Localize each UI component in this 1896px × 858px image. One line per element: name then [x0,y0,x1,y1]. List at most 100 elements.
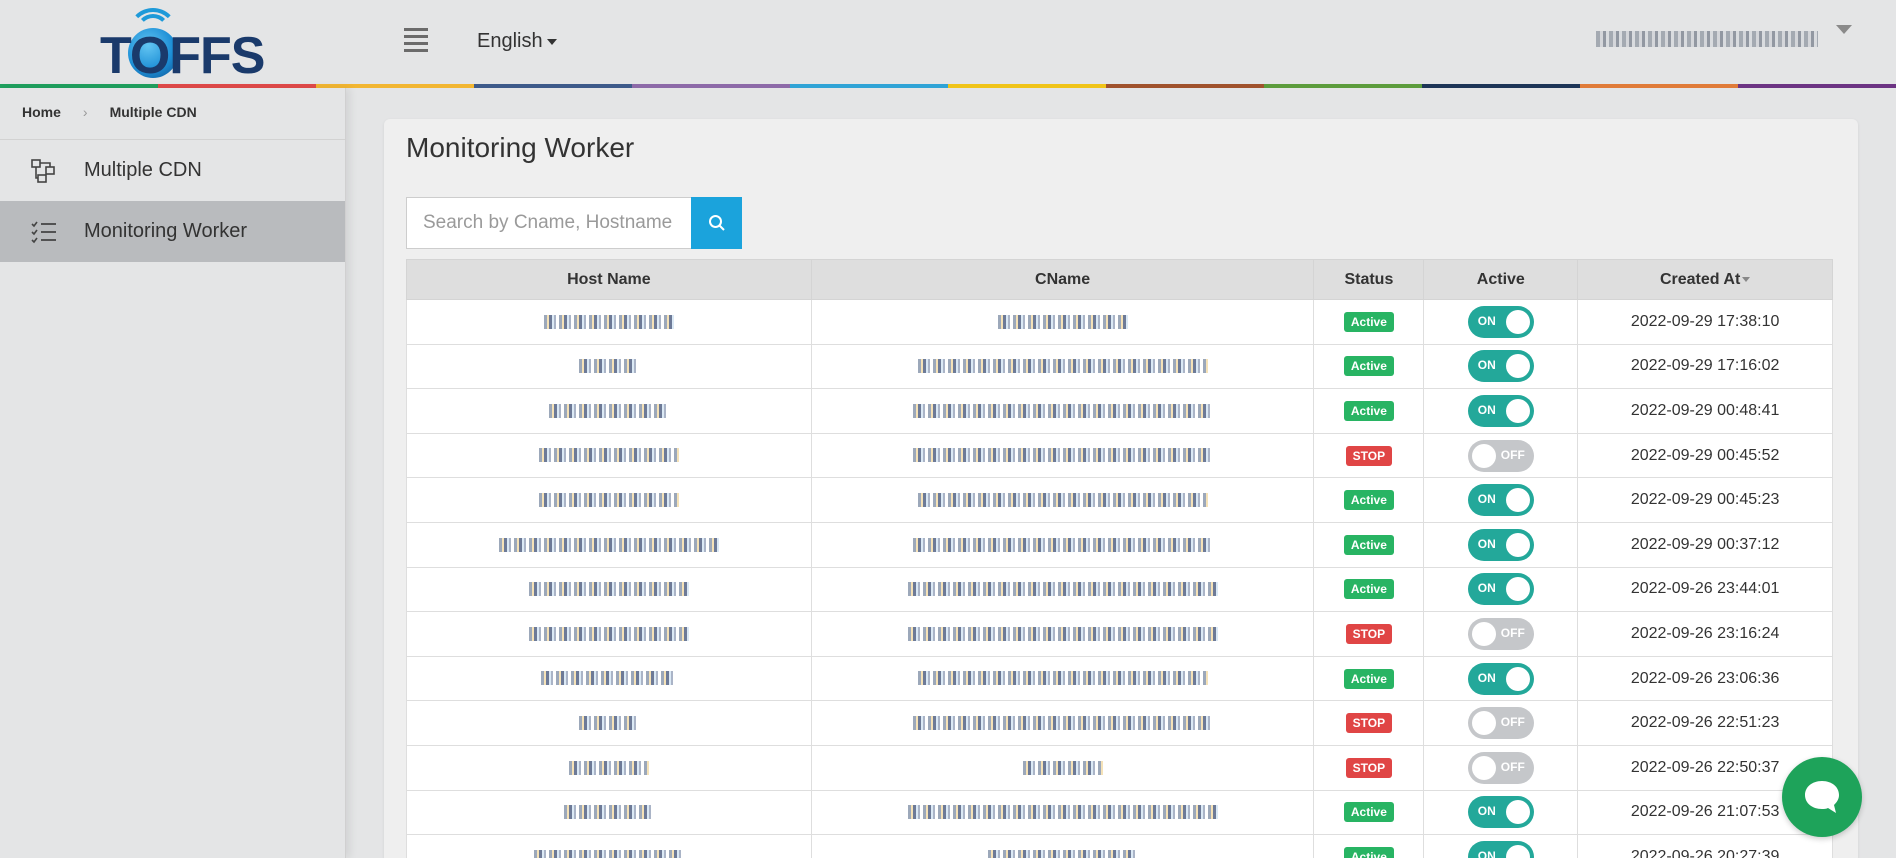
table-row[interactable]: STOP OFF 2022-09-29 00:45:52 [406,432,1833,479]
user-email-blurred[interactable] [1596,31,1818,47]
cname-cell [810,566,1315,613]
column-header-cname[interactable]: CName [810,259,1315,300]
breadcrumb-home[interactable]: Home [22,104,61,120]
active-toggle[interactable]: ON [1467,840,1534,858]
stripe-segment [1106,84,1264,88]
status-badge: Active [1343,846,1394,858]
table-row[interactable]: Active ON 2022-09-26 23:44:01 [406,566,1833,613]
active-cell: OFF [1423,744,1579,791]
hamburger-menu-icon[interactable] [404,28,428,52]
active-toggle[interactable]: ON [1467,484,1534,517]
table-row[interactable]: Active ON 2022-09-29 00:37:12 [406,521,1833,568]
toggle-knob [1505,666,1530,691]
table-row[interactable]: Active ON 2022-09-29 00:45:23 [406,477,1833,523]
active-toggle[interactable]: ON [1467,394,1534,427]
host-name-cell [406,789,812,836]
sort-caret-icon[interactable] [1742,276,1751,282]
cname-blurred [912,403,1213,418]
toggle-label: ON [1477,581,1496,596]
active-cell: ON [1423,477,1579,523]
active-toggle[interactable]: OFF [1467,617,1534,650]
table-row[interactable]: Active ON 2022-09-26 23:06:36 [406,655,1833,702]
cname-cell [810,432,1315,479]
status-cell: Active [1313,521,1425,568]
active-toggle[interactable]: ON [1467,305,1534,338]
table-row[interactable]: Active ON 2022-09-26 20:27:39 [406,834,1833,858]
toggle-knob [1505,309,1530,334]
search-button[interactable] [691,197,742,249]
workers-table: Host Name CName Status Active Created At… [406,259,1833,858]
logo-text: TOFFS [100,27,265,85]
table-row[interactable]: STOP OFF 2022-09-26 22:50:37 [406,744,1833,791]
status-badge: Active [1343,668,1394,689]
toggle-label: ON [1477,358,1496,373]
active-cell: OFF [1423,432,1579,479]
toggle-label: OFF [1500,759,1525,774]
toggle-knob [1471,443,1496,468]
host-name-blurred [538,448,679,463]
toggle-label: OFF [1500,715,1525,730]
status-badge: Active [1343,356,1394,377]
sidebar-item-monitoring-worker[interactable]: Monitoring Worker [0,201,345,262]
sidebar-item-multiple-cdn[interactable]: Multiple CDN [0,140,345,201]
toggle-label: ON [1477,804,1496,819]
status-cell: STOP [1313,611,1425,657]
breadcrumb: Home › Multiple CDN [0,88,345,140]
created-at-cell: 2022-09-29 00:45:52 [1577,432,1833,479]
chat-bubble-icon [1805,781,1839,813]
content-panel: Monitoring Worker Host Name CName Status… [384,119,1858,858]
column-header-created-at[interactable]: Created At [1577,259,1833,300]
host-name-cell [406,834,812,858]
active-toggle[interactable]: OFF [1467,439,1534,472]
search-icon [708,215,725,231]
cname-blurred [907,805,1218,820]
table-row[interactable]: STOP OFF 2022-09-26 22:51:23 [406,700,1833,746]
sidebar-item-label: Monitoring Worker [84,220,248,242]
host-name-blurred [528,582,689,597]
table-row[interactable]: Active ON 2022-09-26 21:07:53 [406,789,1833,836]
cname-cell [810,655,1315,702]
active-toggle[interactable]: ON [1467,573,1534,606]
created-at-cell: 2022-09-26 20:27:39 [1577,834,1833,858]
host-name-blurred [578,359,639,374]
user-menu-caret-icon[interactable] [1836,25,1852,34]
status-cell: STOP [1313,432,1425,479]
active-toggle[interactable]: OFF [1467,707,1534,740]
created-at-cell: 2022-09-29 00:37:12 [1577,521,1833,568]
status-cell: Active [1313,789,1425,836]
cname-blurred [1022,760,1103,775]
chat-widget-button[interactable] [1782,757,1862,837]
status-cell: STOP [1313,700,1425,746]
search-input[interactable] [407,198,691,248]
table-row[interactable]: Active ON 2022-09-29 17:38:10 [406,299,1833,345]
sidebar-item-label: Multiple CDN [84,159,202,181]
toggle-knob [1505,577,1530,602]
host-name-cell [406,611,812,657]
table-row[interactable]: Active ON 2022-09-29 00:48:41 [406,388,1833,434]
created-at-cell: 2022-09-29 17:16:02 [1577,343,1833,390]
status-badge: Active [1343,579,1394,600]
host-name-blurred [568,760,649,775]
language-dropdown[interactable]: English [477,30,557,53]
column-header-status[interactable]: Status [1313,259,1425,300]
toffs-logo[interactable]: TOFFS [100,6,265,85]
active-toggle[interactable]: ON [1467,350,1534,383]
table-row[interactable]: Active ON 2022-09-29 17:16:02 [406,343,1833,390]
toggle-label: ON [1477,402,1496,417]
status-cell: Active [1313,566,1425,613]
top-header: TOFFS English [0,0,1896,88]
host-name-blurred [541,671,677,686]
active-cell: ON [1423,566,1579,613]
active-toggle[interactable]: ON [1467,662,1534,695]
cname-cell [810,789,1315,836]
toggle-knob [1471,711,1496,736]
column-header-host-name[interactable]: Host Name [406,259,812,300]
table-row[interactable]: STOP OFF 2022-09-26 23:16:24 [406,611,1833,657]
active-toggle[interactable]: ON [1467,796,1534,829]
toggle-knob [1505,398,1530,423]
cname-blurred [987,849,1138,858]
column-header-active[interactable]: Active [1423,259,1579,300]
active-toggle[interactable]: OFF [1467,751,1534,784]
cname-cell [810,700,1315,746]
active-toggle[interactable]: ON [1467,528,1534,561]
